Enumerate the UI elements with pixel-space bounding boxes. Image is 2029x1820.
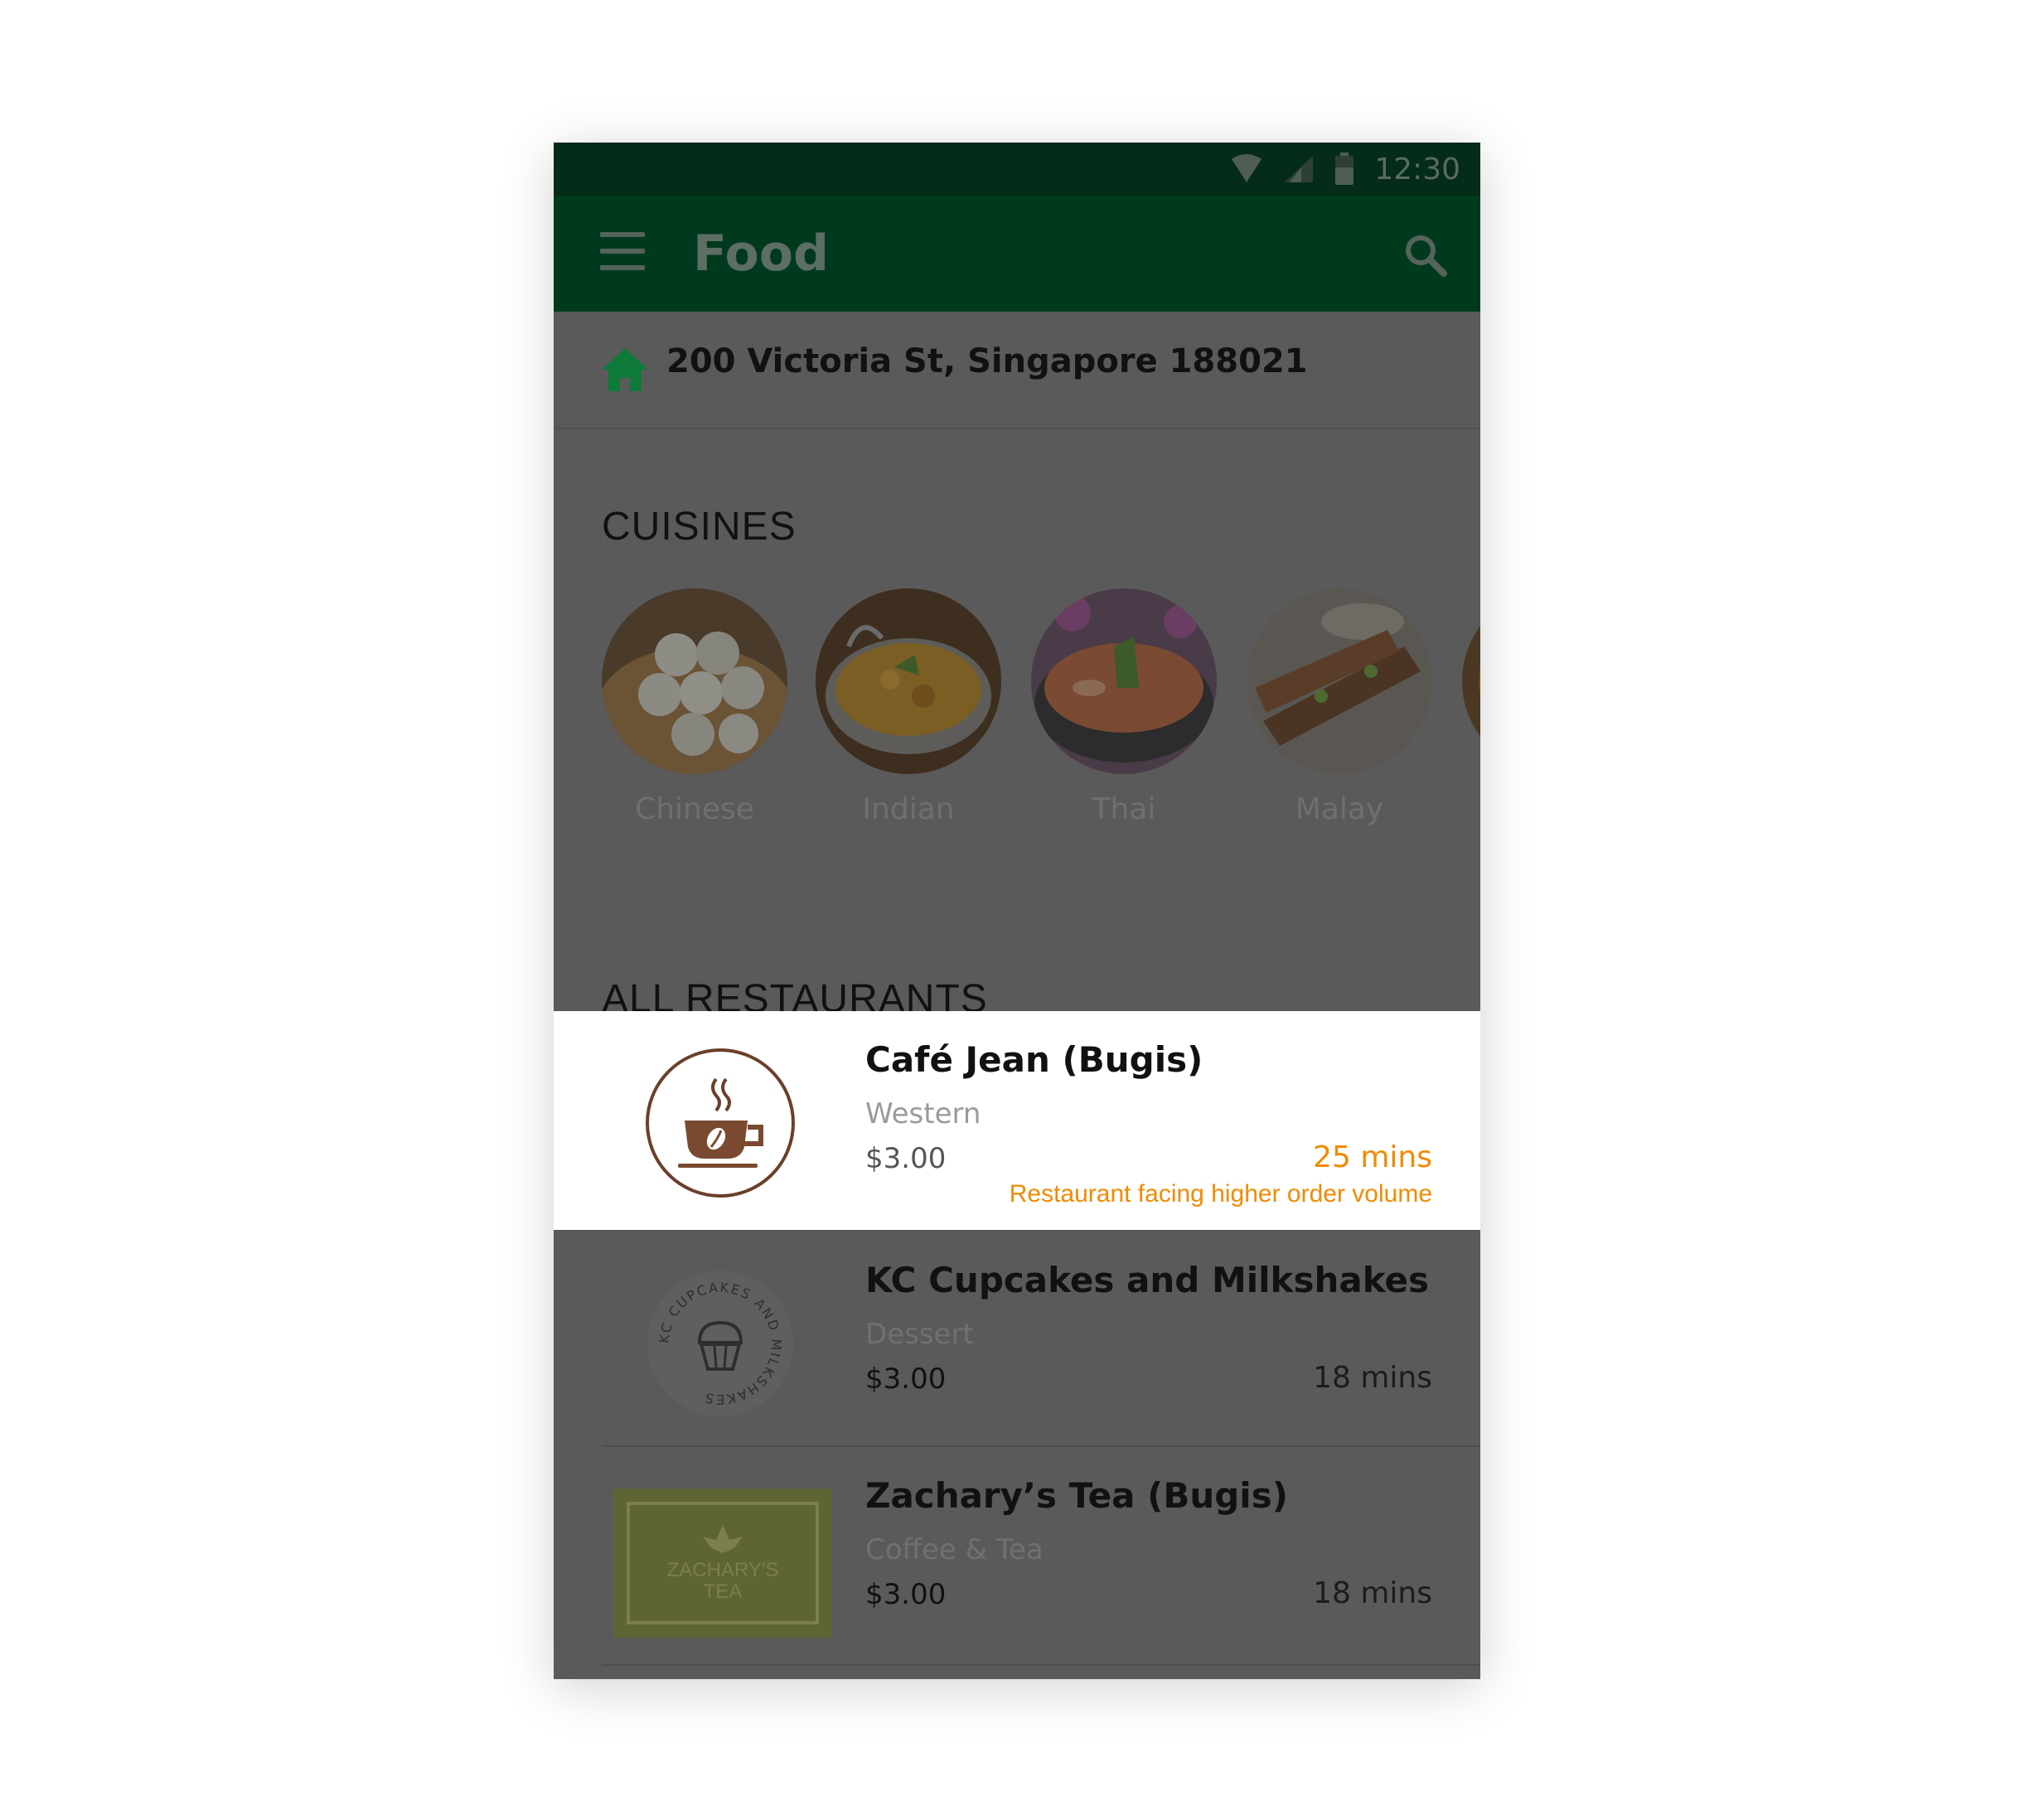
restaurant-cuisine: Dessert <box>865 1318 974 1351</box>
delivery-fee: $3.00 <box>865 1142 947 1175</box>
battery-icon <box>1335 152 1354 185</box>
delivery-eta: 18 mins <box>1313 1576 1432 1610</box>
zacharys-tea-logo: ZACHARY'S TEA <box>613 1488 832 1638</box>
restaurant-cuisine: Western <box>865 1097 981 1130</box>
cuisine-photo-malay <box>1247 588 1432 774</box>
cuisines-heading: CUISINES <box>602 505 797 549</box>
restaurant-row-cafe-jean[interactable]: Café Jean (Bugis) Western $3.00 25 mins … <box>554 1011 1480 1230</box>
restaurant-row-zacharys-tea[interactable]: ZACHARY'S TEA Zachary’s Tea (Bugis) Coff… <box>554 1447 1480 1666</box>
cuisine-photo-thai <box>1031 588 1217 774</box>
app-bar: Food <box>554 196 1480 312</box>
cuisine-photo-chinese <box>602 588 787 774</box>
status-time: 12:30 <box>1374 152 1460 186</box>
coffee-cup-logo <box>646 1048 795 1198</box>
restaurant-row-kc-cupcakes[interactable]: KC CUPCAKES AND MILKSHAKES KC Cupcakes a… <box>554 1232 1480 1450</box>
cuisine-label: Thai <box>1092 792 1156 826</box>
cuisine-item-partial[interactable] <box>1462 588 1480 774</box>
restaurant-name: Zachary’s Tea (Bugis) <box>865 1475 1288 1516</box>
cuisine-label: Indian <box>862 792 955 826</box>
status-bar: 12:30 <box>554 143 1480 196</box>
row-divider <box>602 1664 1480 1666</box>
address-text: 200 Victoria St, Singapore 188021 <box>666 342 1308 380</box>
signal-icon <box>1285 156 1314 182</box>
cupcake-logo: KC CUPCAKES AND MILKSHAKES <box>647 1271 793 1416</box>
cuisine-item-thai[interactable]: Thai <box>1031 588 1217 826</box>
cuisine-label: Malay <box>1295 792 1384 826</box>
delivery-fee: $3.00 <box>865 1578 947 1611</box>
high-volume-notice: Restaurant facing higher order volume <box>1009 1180 1432 1208</box>
home-icon <box>602 348 648 391</box>
cuisine-item-chinese[interactable]: Chinese <box>602 588 787 826</box>
cuisine-photo-indian <box>816 588 1001 774</box>
zacharys-logo-line2: TEA <box>704 1580 743 1603</box>
cuisine-label: Chinese <box>635 792 754 826</box>
cuisine-item-indian[interactable]: Indian <box>816 588 1001 826</box>
search-icon[interactable] <box>1401 230 1450 280</box>
delivery-address[interactable]: 200 Victoria St, Singapore 188021 <box>554 312 1480 429</box>
zacharys-logo-line1: ZACHARY'S <box>667 1559 779 1581</box>
restaurant-name: Café Jean (Bugis) <box>865 1039 1203 1080</box>
cuisine-photo-partial <box>1462 588 1480 774</box>
wifi-icon <box>1232 154 1262 182</box>
restaurant-cuisine: Coffee & Tea <box>865 1533 1044 1566</box>
app-title: Food <box>693 225 829 283</box>
delivery-eta: 18 mins <box>1313 1361 1432 1395</box>
phone-screen: 12:30 Food 200 Victoria St, Singapore 18… <box>554 143 1480 1679</box>
restaurant-name: KC Cupcakes and Milkshakes <box>865 1260 1430 1300</box>
delivery-fee: $3.00 <box>865 1363 947 1396</box>
hamburger-menu-icon[interactable] <box>600 232 646 273</box>
cuisine-carousel[interactable]: Chinese Indian Thai Malay <box>602 588 1480 837</box>
delivery-eta: 25 mins <box>1313 1140 1432 1174</box>
cuisine-item-malay[interactable]: Malay <box>1247 588 1432 826</box>
